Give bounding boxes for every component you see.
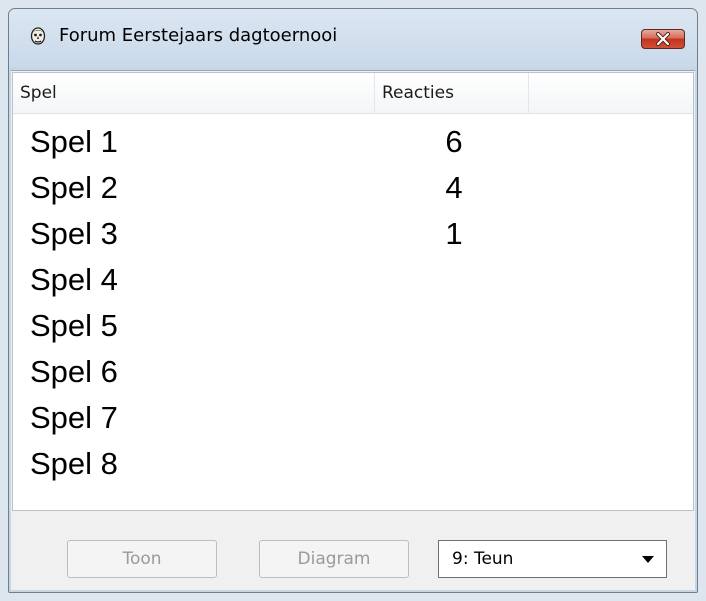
list-item[interactable]: Spel 6 [13,349,693,395]
forum-window: Forum Eerstejaars dagtoernooi Spel React… [8,8,698,593]
close-x-icon [656,32,670,46]
column-header-reacties[interactable]: Reacties [375,73,529,113]
list-item[interactable]: Spel 5 [13,303,693,349]
list-item[interactable]: Spel 4 [13,257,693,303]
diagram-button[interactable]: Diagram [259,540,409,578]
list-item[interactable]: Spel 3 1 [13,211,693,257]
reply-count: 4 [445,170,463,205]
player-select-value: 9: Teun [452,549,514,569]
list-item[interactable]: Spel 8 [13,441,693,487]
column-header-label: Reacties [382,83,454,103]
list-header: Spel Reacties [13,73,693,114]
close-button[interactable] [641,29,685,49]
title-bar[interactable]: Forum Eerstejaars dagtoernooi [9,9,697,67]
game-list[interactable]: Spel Reacties Spel 1 6 Spel 2 4 Spel 3 1 [12,72,694,511]
game-name: Spel 8 [30,446,118,481]
game-name: Spel 2 [30,170,118,205]
list-item[interactable]: Spel 7 [13,395,693,441]
list-item[interactable]: Spel 1 6 [13,119,693,165]
game-name: Spel 6 [30,354,118,389]
window-title: Forum Eerstejaars dagtoernooi [59,25,338,46]
client-area: Spel Reacties Spel 1 6 Spel 2 4 Spel 3 1 [11,70,695,590]
game-name: Spel 4 [30,262,118,297]
column-header-label: Spel [20,83,57,103]
game-name: Spel 5 [30,308,118,343]
list-item[interactable]: Spel 2 4 [13,165,693,211]
game-name: Spel 1 [30,124,118,159]
chevron-down-icon[interactable] [642,556,654,563]
game-name: Spel 7 [30,400,118,435]
reply-count: 1 [445,216,463,251]
toon-button[interactable]: Toon [67,540,217,578]
player-select[interactable]: 9: Teun [438,540,667,578]
game-name: Spel 3 [30,216,118,251]
reply-count: 6 [445,124,463,159]
skull-face-icon [30,27,46,45]
column-header-empty[interactable] [529,73,693,113]
column-header-spel[interactable]: Spel [13,73,375,113]
